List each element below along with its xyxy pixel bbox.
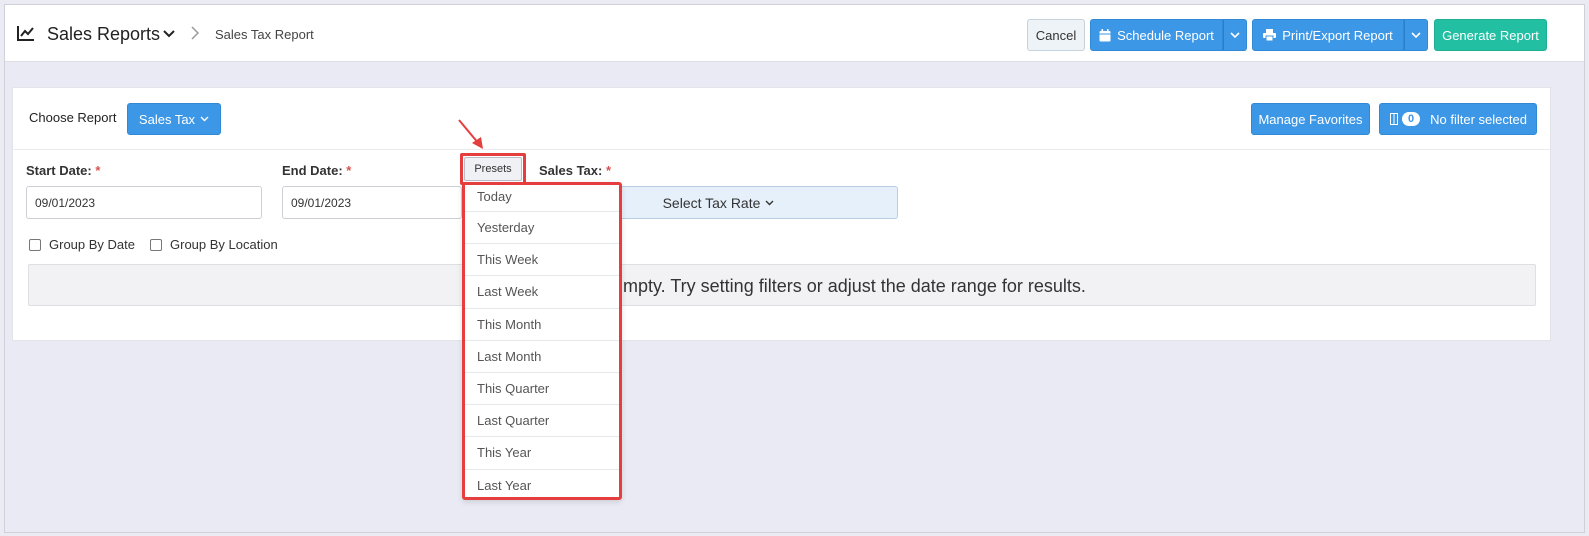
filter-icon <box>1390 113 1398 125</box>
presets-dropdown-menu: Today Yesterday This Week Last Week This Mon… <box>462 182 622 500</box>
group-by-date-label: Group By Date <box>49 237 135 252</box>
empty-results-box: mpty. Try setting filters or adjust the … <box>28 264 1536 306</box>
preset-option[interactable]: Last Year <box>465 470 619 498</box>
page-header: Sales Reports Sales Tax Report Cancel Sc… <box>5 5 1584 62</box>
required-marker: * <box>95 163 101 178</box>
sales-tax-text: Sales Tax: <box>539 163 603 178</box>
print-dropdown-toggle[interactable] <box>1404 19 1428 51</box>
manage-favorites-button[interactable]: Manage Favorites <box>1251 103 1370 135</box>
start-date-input[interactable]: 09/01/2023 <box>26 186 262 219</box>
required-marker: * <box>346 163 352 178</box>
preset-option[interactable]: This Month <box>465 309 619 341</box>
chevron-down-icon <box>200 116 209 122</box>
start-date-text: Start Date: <box>26 163 92 178</box>
divider <box>13 149 1550 150</box>
schedule-dropdown-toggle[interactable] <box>1223 19 1247 51</box>
group-by-location-checkbox[interactable]: Group By Location <box>150 237 278 252</box>
presets-highlight <box>460 153 526 185</box>
preset-option[interactable]: This Year <box>465 437 619 470</box>
schedule-report-button[interactable]: Schedule Report <box>1090 19 1223 51</box>
required-marker: * <box>605 163 612 178</box>
checkbox-box[interactable] <box>29 238 41 251</box>
preset-option[interactable]: Last Week <box>465 276 619 309</box>
report-panel: Choose Report Sales Tax Manage Favorites… <box>12 87 1551 341</box>
app-frame: Sales Reports Sales Tax Report Cancel Sc… <box>4 4 1585 533</box>
group-by-location-label: Group By Location <box>170 237 278 252</box>
filter-count-badge: 0 <box>1402 112 1421 126</box>
calendar-icon <box>1099 28 1111 41</box>
cancel-label: Cancel <box>1035 27 1077 43</box>
end-date-label: End Date: * <box>282 163 351 178</box>
preset-option[interactable]: Today <box>465 185 619 212</box>
chevron-right-icon <box>191 26 199 40</box>
report-type-dropdown[interactable]: Sales Tax <box>127 103 221 135</box>
start-date-label: Start Date: * <box>26 163 100 178</box>
generate-report-label: Generate Report <box>1442 27 1539 43</box>
choose-report-label: Choose Report <box>29 110 117 125</box>
cancel-button[interactable]: Cancel <box>1027 19 1085 51</box>
group-by-date-checkbox[interactable]: Group By Date <box>29 237 135 252</box>
preset-option[interactable]: Last Quarter <box>465 405 619 438</box>
report-type-label: Sales Tax <box>138 111 196 127</box>
breadcrumb-current: Sales Tax Report <box>215 27 314 42</box>
end-date-input[interactable]: 09/01/2023 <box>282 186 462 219</box>
chevron-down-icon <box>765 200 774 205</box>
tax-rate-label: Select Tax Rate <box>662 194 761 211</box>
chevron-down-icon[interactable] <box>163 29 175 39</box>
generate-report-button[interactable]: Generate Report <box>1434 19 1547 51</box>
filter-status-label: No filter selected <box>1430 111 1527 127</box>
print-export-button[interactable]: Print/Export Report <box>1252 19 1404 51</box>
preset-option[interactable]: Last Month <box>465 341 619 373</box>
print-export-label: Print/Export Report <box>1282 27 1393 43</box>
arrow-annotation-icon <box>458 119 483 149</box>
empty-results-message: mpty. Try setting filters or adjust the … <box>623 276 1086 296</box>
manage-favorites-label: Manage Favorites <box>1258 111 1363 127</box>
chevron-down-icon <box>1411 31 1421 38</box>
end-date-text: End Date: <box>282 163 343 178</box>
preset-option[interactable]: This Quarter <box>465 373 619 406</box>
printer-icon <box>1263 29 1277 41</box>
filter-button[interactable]: 0 No filter selected <box>1379 103 1537 135</box>
preset-option[interactable]: Yesterday <box>465 212 619 245</box>
chevron-down-icon <box>1230 31 1240 38</box>
schedule-report-label: Schedule Report <box>1117 27 1214 43</box>
page-title[interactable]: Sales Reports <box>47 24 160 45</box>
chart-line-icon <box>17 26 34 41</box>
preset-option[interactable]: This Week <box>465 244 619 277</box>
checkbox-box[interactable] <box>150 238 162 251</box>
sales-tax-label: Sales Tax: * <box>539 163 611 178</box>
